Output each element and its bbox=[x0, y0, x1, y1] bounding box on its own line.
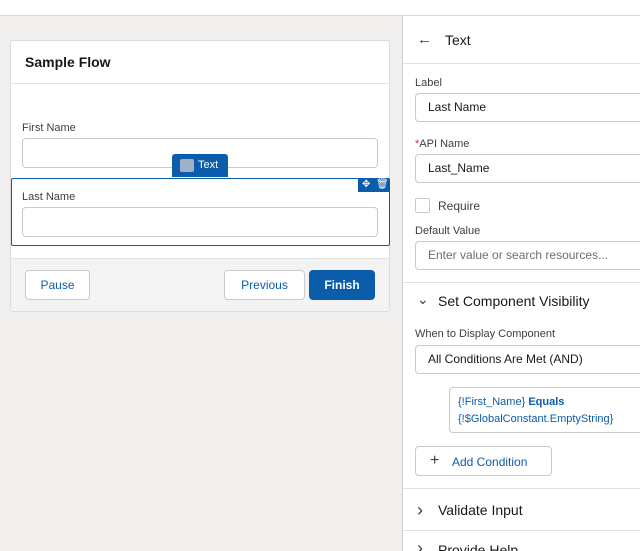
when-to-display-label: When to Display Component bbox=[415, 328, 556, 340]
divider bbox=[403, 530, 640, 531]
top-bar bbox=[0, 0, 640, 16]
validate-input-section-title[interactable]: Validate Input bbox=[438, 502, 523, 518]
set-visibility-section-title[interactable]: Set Component Visibility bbox=[438, 293, 589, 309]
last-name-label: Last Name bbox=[22, 191, 76, 203]
properties-panel: ← Text Label Last Name *API Name Last_Na… bbox=[402, 16, 640, 551]
screen-title: Sample Flow bbox=[25, 54, 111, 70]
when-to-display-select[interactable]: All Conditions Are Met (AND) bbox=[415, 345, 640, 374]
panel-title: Text bbox=[445, 32, 471, 48]
move-icon[interactable]: ✥ bbox=[362, 178, 370, 192]
last-name-input[interactable] bbox=[22, 207, 378, 237]
pause-button[interactable]: Pause bbox=[25, 270, 90, 300]
provide-help-section-title[interactable]: Provide Help bbox=[438, 542, 518, 551]
text-component-icon bbox=[180, 159, 194, 172]
chevron-down-icon[interactable]: ⌄ bbox=[417, 291, 429, 308]
add-condition-button[interactable]: + Add Condition bbox=[415, 446, 552, 476]
screen-footer: Pause Previous Finish bbox=[11, 258, 389, 311]
condition-left-resource: {!First_Name} bbox=[458, 396, 526, 408]
flow-canvas: Sample Flow First Name Text ✥ 🗑 Last Nam… bbox=[0, 16, 402, 551]
previous-button[interactable]: Previous bbox=[224, 270, 305, 300]
add-condition-label: Add Condition bbox=[452, 455, 528, 469]
back-arrow-icon[interactable]: ← bbox=[417, 31, 432, 48]
component-toolbar: ✥ 🗑 bbox=[358, 178, 389, 192]
panel-header: ← Text bbox=[403, 16, 640, 64]
visibility-condition[interactable]: {!First_Name} Equals {!$GlobalConstant.E… bbox=[449, 387, 640, 433]
api-name-field-label: *API Name bbox=[415, 138, 470, 150]
default-value-input[interactable]: Enter value or search resources... bbox=[415, 241, 640, 270]
plus-icon: + bbox=[430, 452, 440, 469]
screen-header: Sample Flow bbox=[11, 41, 389, 84]
screen-preview-card: Sample Flow First Name Text ✥ 🗑 Last Nam… bbox=[10, 40, 390, 312]
chevron-right-icon[interactable]: › bbox=[417, 500, 423, 521]
first-name-label: First Name bbox=[22, 122, 76, 134]
chevron-right-icon[interactable]: › bbox=[417, 538, 423, 551]
label-input[interactable]: Last Name bbox=[415, 93, 640, 122]
label-field-label: Label bbox=[415, 77, 442, 89]
condition-operator: Equals bbox=[528, 396, 565, 408]
divider bbox=[403, 488, 640, 489]
divider bbox=[403, 282, 640, 283]
delete-icon[interactable]: 🗑 bbox=[376, 178, 389, 192]
api-name-input[interactable]: Last_Name bbox=[415, 154, 640, 183]
component-tag-label: Text bbox=[198, 159, 219, 171]
finish-button[interactable]: Finish bbox=[309, 270, 375, 300]
condition-right-resource: {!$GlobalConstant.EmptyString} bbox=[458, 413, 614, 425]
require-checkbox[interactable] bbox=[415, 198, 430, 213]
component-type-tag: Text bbox=[172, 154, 228, 177]
default-value-label: Default Value bbox=[415, 225, 481, 237]
require-label: Require bbox=[438, 199, 481, 213]
